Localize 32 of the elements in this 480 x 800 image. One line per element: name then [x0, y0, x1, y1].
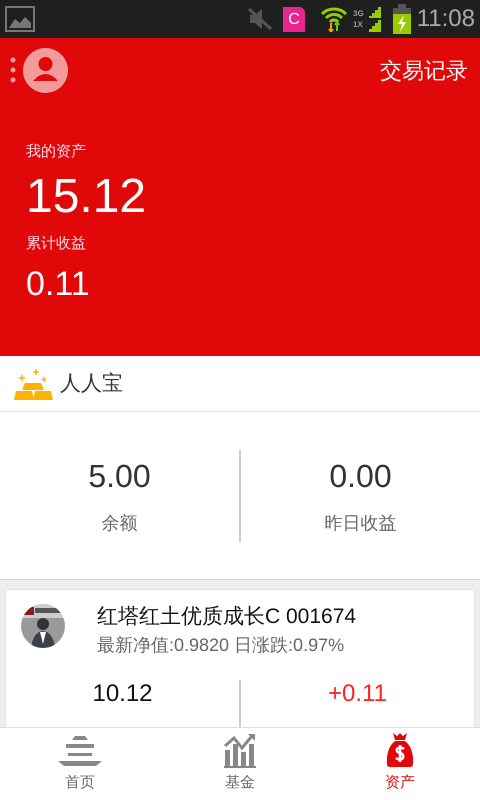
wifi-icon: [321, 6, 348, 32]
fund-stat-value: +0.11: [328, 680, 387, 708]
more-icon[interactable]: [10, 57, 16, 83]
nav-tab[interactable]: 资产: [320, 728, 480, 800]
asset-value: 15.12: [26, 169, 148, 225]
nav-tab[interactable]: 基金: [160, 728, 320, 800]
ingots-icon: [14, 366, 54, 400]
stat-value: 0.00: [329, 457, 392, 496]
fund-name: 红塔红土优质成长C 001674: [97, 604, 356, 630]
income-label: 累计收益: [26, 234, 87, 254]
stat-value: 5.00: [88, 457, 151, 496]
section-title: 人人宝: [60, 370, 123, 397]
user-avatar-icon[interactable]: [23, 48, 68, 92]
stat-label: 昨日收益: [324, 512, 396, 535]
notification-icon: C: [283, 6, 306, 32]
asset-label: 我的资产: [26, 142, 87, 162]
pagoda-icon: [58, 734, 102, 768]
income-value: 0.11: [26, 264, 91, 305]
clock-time: 11:08: [416, 4, 475, 34]
stat-label: 余额: [102, 512, 138, 535]
fund-card[interactable]: 红塔红土优质成长C 001674 最新净值:0.9820 日涨跌:0.97% 10.12 +0.11: [5, 589, 475, 727]
network-label: 1X: [353, 19, 364, 30]
fund-detail: 最新净值:0.9820 日涨跌:0.97%: [97, 634, 346, 657]
nav-tab[interactable]: 首页: [0, 728, 160, 800]
money-bag-icon: [386, 732, 414, 768]
transaction-records-link[interactable]: 交易记录: [380, 54, 468, 86]
fund-stat-value: 10.12: [92, 680, 153, 708]
mute-icon: [247, 7, 274, 31]
battery-icon: [392, 4, 411, 34]
image-icon: [5, 6, 35, 32]
bar-chart-icon: [224, 732, 256, 768]
network-label: 3G: [353, 8, 364, 19]
